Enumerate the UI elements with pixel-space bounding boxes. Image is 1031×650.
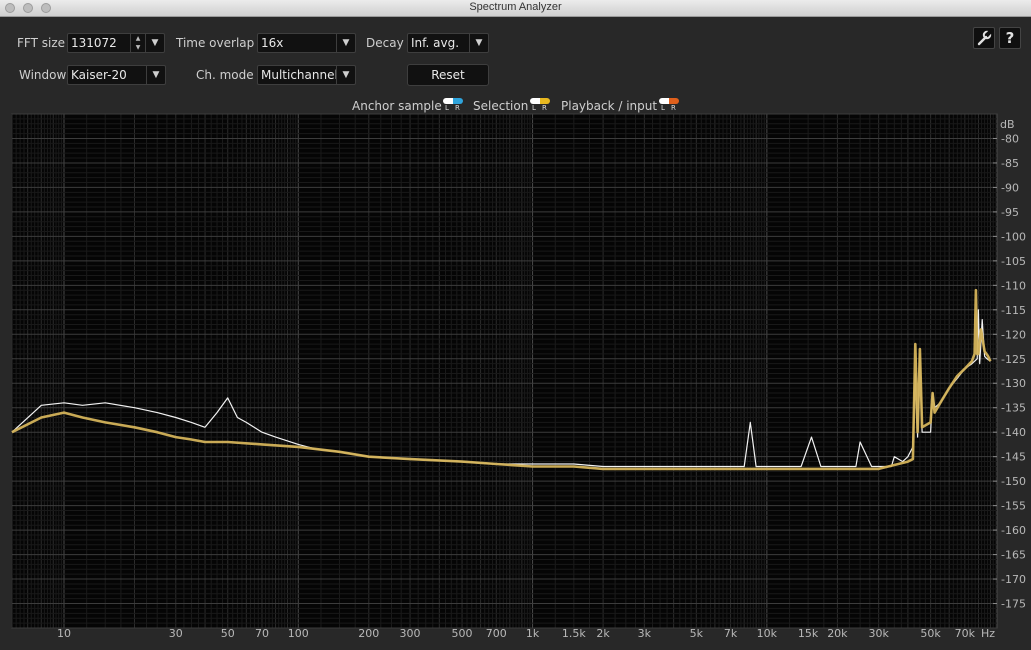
x-tick-label: 50k (920, 627, 941, 640)
x-tick-label: 700 (486, 627, 507, 640)
x-tick-label: 70 (255, 627, 269, 640)
y-unit-label: dB (1000, 118, 1015, 131)
x-tick-label: 7k (724, 627, 738, 640)
spectrum-plot[interactable]: -80 -85 -90 -95 -100 -105 -110 -115 -120 -125 -130… (0, 0, 1031, 650)
x-unit-label: Hz (981, 627, 995, 640)
y-tick-label: -155 (1001, 500, 1026, 513)
y-tick-label: -140 (1001, 426, 1026, 439)
y-tick-label: -135 (1001, 402, 1026, 415)
x-tick-label: 10 (57, 627, 71, 640)
x-tick-label: 1k (526, 627, 540, 640)
x-tick-label: 1.5k (562, 627, 586, 640)
y-tick-label: -175 (1001, 598, 1026, 611)
x-tick-label: 100 (288, 627, 309, 640)
y-tick-label: -115 (1001, 304, 1026, 317)
x-tick-label: 20k (827, 627, 848, 640)
y-tick-label: -110 (1001, 279, 1026, 292)
x-tick-label: 300 (400, 627, 421, 640)
y-tick-label: -80 (1001, 132, 1019, 145)
y-tick-label: -85 (1001, 157, 1019, 170)
x-tick-label: 500 (452, 627, 473, 640)
x-tick-label: 200 (358, 627, 379, 640)
x-tick-label: 50 (221, 627, 235, 640)
y-tick-label: -125 (1001, 353, 1026, 366)
y-tick-label: -165 (1001, 549, 1026, 562)
y-axis: -80 -85 -90 -95 -100 -105 -110 -115 -120 -125 -130… (993, 132, 1026, 611)
x-tick-label: 3k (638, 627, 652, 640)
y-tick-label: -150 (1001, 475, 1026, 488)
y-tick-label: -130 (1001, 377, 1026, 390)
y-tick-label: -105 (1001, 255, 1026, 268)
y-tick-label: -100 (1001, 230, 1026, 243)
x-axis: 10 30 50 70 100 200 300 500 700 1k 1.5k 2k 3k 5k 7k 10k… (57, 627, 976, 640)
y-tick-label: -170 (1001, 573, 1026, 586)
x-tick-label: 15k (798, 627, 819, 640)
x-tick-label: 2k (596, 627, 610, 640)
x-tick-label: 30 (169, 627, 183, 640)
y-tick-label: -145 (1001, 451, 1026, 464)
x-tick-label: 30k (868, 627, 889, 640)
x-tick-label: 10k (757, 627, 778, 640)
y-tick-label: -160 (1001, 524, 1026, 537)
x-tick-label: 70k (955, 627, 976, 640)
y-tick-label: -95 (1001, 206, 1019, 219)
x-tick-label: 5k (690, 627, 704, 640)
y-tick-label: -120 (1001, 328, 1026, 341)
y-tick-label: -90 (1001, 181, 1019, 194)
